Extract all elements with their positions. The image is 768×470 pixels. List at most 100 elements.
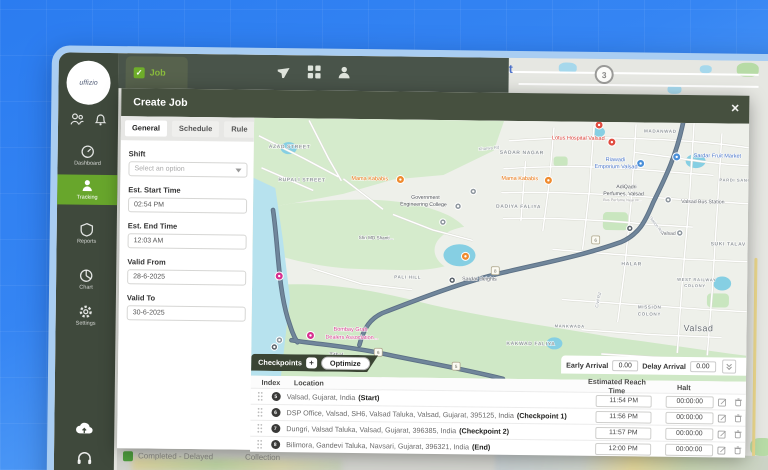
- reach-time-input[interactable]: 11:57 PM: [595, 426, 651, 439]
- edit-icon[interactable]: [713, 445, 729, 454]
- sidebar-item-reports[interactable]: Reports: [57, 218, 117, 249]
- location-text: Dungri, Valsad Taluka, Valsad, Gujarat, …: [286, 424, 595, 437]
- job-tab-label: Job: [150, 67, 166, 77]
- location-text: Valsad, Gujarat, India(Start): [287, 392, 596, 405]
- reach-time-input[interactable]: 11:56 PM: [595, 410, 651, 423]
- tab-schedule[interactable]: Schedule: [172, 121, 220, 138]
- map-label: Mama Kababis: [501, 176, 538, 182]
- route-map[interactable]: 6865AZAD STREETRUPALI STREETSADAR NAGARM…: [251, 118, 749, 382]
- map-label: Lotus Hospital Valsad: [552, 135, 605, 142]
- map-label: Shri MD Shanti...: [359, 235, 394, 240]
- early-arrival-input[interactable]: 0.00: [612, 360, 638, 371]
- drag-handle-icon[interactable]: [254, 408, 264, 417]
- sidebar-item-chart[interactable]: Chart: [56, 264, 116, 295]
- map-label: WEST RAILWAY: [677, 277, 716, 282]
- map-label: COLONY: [684, 283, 706, 288]
- est-end-value: 12:03 AM: [134, 237, 164, 244]
- send-location-icon[interactable]: [278, 65, 291, 78]
- map-label: Valsad: [661, 231, 676, 237]
- est-end-input[interactable]: 12:03 AM: [128, 233, 247, 249]
- person-icon[interactable]: [338, 66, 351, 79]
- map-poi-gray: [665, 197, 671, 203]
- index-badge: 8: [271, 440, 280, 449]
- map-label: AdiQadri: [616, 184, 636, 190]
- halt-input[interactable]: 00:00:00: [665, 411, 713, 424]
- drag-handle-icon[interactable]: [255, 392, 265, 401]
- map-label: Perfumes, Valsad: [603, 191, 644, 197]
- map-cluster-marker[interactable]: 3: [595, 65, 614, 84]
- users-icon[interactable]: [70, 112, 84, 125]
- tab-rule[interactable]: Rule: [224, 121, 254, 137]
- map-water: [700, 65, 712, 73]
- delete-icon[interactable]: [730, 398, 746, 407]
- location-text: DSP Office, Valsad, SH6, Valsad Taluka, …: [286, 408, 595, 421]
- status-text: Collection: [245, 453, 280, 462]
- add-checkpoint-button[interactable]: +: [306, 357, 317, 368]
- valid-to-input[interactable]: 30-6-2025: [127, 305, 246, 321]
- delete-icon[interactable]: [729, 430, 745, 439]
- map-road: [499, 71, 759, 76]
- app-window: ost 3 Completed - Delayed Collection ✓ J…: [46, 45, 768, 470]
- reach-time-input[interactable]: 12:00 PM: [595, 442, 651, 455]
- header-reach-time: Estimated Reach Time: [582, 377, 652, 396]
- delete-icon[interactable]: [729, 446, 745, 455]
- reach-time-input[interactable]: 11:54 PM: [596, 394, 652, 407]
- sidebar-item-label: Dashboard: [74, 161, 101, 167]
- map-poi-dark: [449, 277, 455, 283]
- optimize-button[interactable]: Optimize: [321, 357, 370, 371]
- header-halt: Halt: [660, 382, 708, 392]
- collapse-chevrons-icon[interactable]: [722, 359, 736, 373]
- map-label: SUKI TALAV: [711, 241, 746, 247]
- delete-icon[interactable]: [729, 414, 745, 423]
- sidebar-item-tracking[interactable]: Tracking: [57, 174, 117, 205]
- est-start-input[interactable]: 02:54 PM: [128, 197, 247, 213]
- sidebar-item-settings[interactable]: Settings: [56, 300, 116, 331]
- shift-select[interactable]: Select an option: [128, 161, 247, 177]
- est-start-label: Est. Start Time: [128, 185, 253, 196]
- map-label: KAKWAD FALIYA: [506, 341, 555, 348]
- drag-handle-icon[interactable]: [254, 424, 264, 433]
- map-poi-gray: [276, 337, 282, 343]
- tab-general[interactable]: General: [125, 120, 167, 137]
- valid-to-label: Valid To: [127, 293, 252, 304]
- tab-job[interactable]: ✓ Job: [125, 56, 187, 89]
- map-label: MANKWADA: [555, 323, 585, 328]
- edit-icon[interactable]: [713, 413, 729, 422]
- header-index: Index: [255, 377, 287, 386]
- map-label: MADANWAD: [644, 129, 677, 134]
- job-form-panel: General Schedule Rule Shift Select an op…: [117, 116, 254, 450]
- map-label: Sardar Fruit Market: [694, 153, 742, 160]
- map-poi-blue: [673, 153, 681, 161]
- edit-icon[interactable]: [714, 397, 730, 406]
- map-poi-gray: [440, 219, 446, 225]
- dashboard-icon: [81, 145, 95, 159]
- arrival-bar: Early Arrival 0.00 Delay Arrival 0.00: [561, 356, 746, 376]
- map-poi-pink: [306, 331, 314, 339]
- edit-icon[interactable]: [713, 429, 729, 438]
- cloud-upload-button[interactable]: [54, 420, 114, 435]
- drag-handle-icon[interactable]: [254, 440, 264, 449]
- map-label: Dealers Association...: [325, 335, 378, 342]
- close-icon[interactable]: ×: [731, 100, 739, 116]
- delay-arrival-input[interactable]: 0.00: [690, 361, 716, 372]
- map-road: [519, 83, 759, 88]
- job-check-icon: ✓: [134, 67, 145, 78]
- map-poi-red: [595, 121, 603, 129]
- halt-input[interactable]: 00:00:00: [666, 395, 714, 408]
- sidebar-item-dashboard[interactable]: Dashboard: [57, 140, 117, 171]
- map-poi-gray: [470, 188, 476, 194]
- grid-icon[interactable]: [308, 65, 321, 78]
- halt-input[interactable]: 00:00:00: [665, 427, 713, 440]
- shift-label: Shift: [129, 149, 254, 160]
- chevron-down-icon: [235, 169, 241, 173]
- pie-chart-icon: [79, 269, 93, 283]
- bell-icon[interactable]: [94, 113, 107, 126]
- halt-input[interactable]: 00:00:00: [665, 443, 713, 456]
- map-label: MISSION: [638, 304, 662, 309]
- support-button[interactable]: [54, 450, 114, 465]
- sidebar: uffizio Dash: [53, 52, 119, 470]
- map-label: COLONY: [638, 311, 661, 316]
- map-poi-orange: [396, 175, 404, 183]
- valid-from-input[interactable]: 28-6-2025: [127, 269, 246, 285]
- valid-from-label: Valid From: [127, 257, 252, 268]
